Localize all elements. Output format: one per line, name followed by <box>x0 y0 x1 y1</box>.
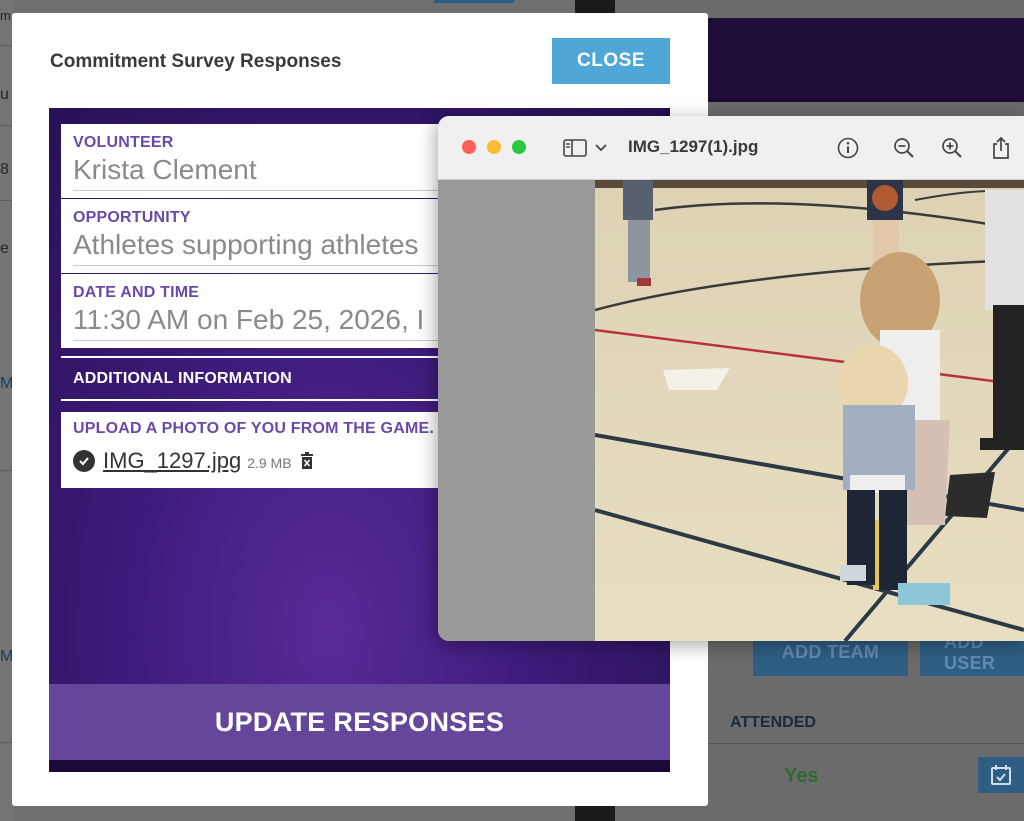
zoom-window-button[interactable] <box>512 140 526 154</box>
background-link <box>434 0 514 3</box>
zoom-in-icon[interactable] <box>940 136 964 160</box>
update-responses-button[interactable]: UPDATE RESPONSES <box>49 684 670 760</box>
image-preview-window: IMG_1297(1).jpg <box>438 116 1024 641</box>
attended-column-header: ATTENDED <box>730 714 816 731</box>
trash-icon[interactable] <box>300 452 314 470</box>
attendance-button[interactable] <box>978 757 1024 793</box>
file-size: 2.9 MB <box>247 455 292 471</box>
background-fragment: 8 <box>0 161 9 178</box>
preview-photo <box>595 180 1024 641</box>
preview-toolbar: IMG_1297(1).jpg <box>438 116 1024 180</box>
zoom-out-icon[interactable] <box>892 136 916 160</box>
gym-photo-image <box>595 180 1024 641</box>
modal-title: Commitment Survey Responses <box>50 51 342 72</box>
check-circle-icon <box>73 450 95 472</box>
background-fragment: m <box>0 8 11 23</box>
info-icon[interactable] <box>836 136 860 160</box>
attended-value: Yes <box>784 765 819 787</box>
uploaded-file-link[interactable]: IMG_1297.jpg <box>103 448 241 474</box>
background-fragment: e <box>0 240 9 257</box>
share-icon[interactable] <box>989 136 1013 160</box>
close-button[interactable]: CLOSE <box>552 38 670 84</box>
chevron-down-icon[interactable] <box>594 136 608 160</box>
background-fragment: u <box>0 86 9 103</box>
close-window-button[interactable] <box>462 140 476 154</box>
minimize-window-button[interactable] <box>487 140 501 154</box>
preview-sidebar <box>438 180 595 641</box>
preview-file-title: IMG_1297(1).jpg <box>628 137 759 156</box>
sidebar-toggle-icon[interactable] <box>562 136 588 160</box>
table-divider <box>708 743 1024 744</box>
calendar-check-icon <box>991 765 1011 785</box>
